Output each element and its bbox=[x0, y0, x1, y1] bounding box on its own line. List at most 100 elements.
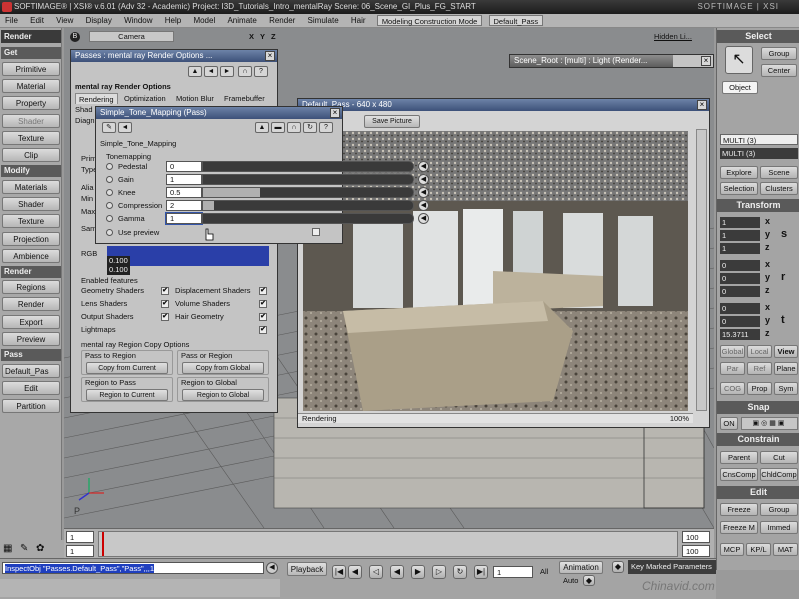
script-history-icon[interactable]: ◀ bbox=[266, 562, 278, 574]
save-picture-button[interactable]: Save Picture bbox=[364, 115, 420, 128]
shader-get-button[interactable]: Shader bbox=[2, 114, 60, 128]
region-to-current-button[interactable]: Region to Current bbox=[86, 389, 168, 401]
key-icon[interactable]: ◆ bbox=[583, 575, 595, 586]
gamma-input[interactable]: 1 bbox=[165, 212, 203, 225]
menu-render[interactable]: Render bbox=[264, 14, 300, 28]
tone-nav-icon[interactable]: ▲ bbox=[255, 122, 269, 133]
pass-field[interactable]: Default_Pas bbox=[2, 364, 60, 378]
mcp-button[interactable]: MCP bbox=[720, 543, 744, 556]
knee-slider[interactable] bbox=[202, 187, 414, 198]
sym-button[interactable]: Sym bbox=[774, 382, 798, 395]
pass-nav-icon[interactable]: ▲ bbox=[188, 66, 202, 77]
feature-displacement-shaders-checkbox[interactable]: ✔ bbox=[259, 287, 267, 295]
global-button[interactable]: Global bbox=[720, 345, 745, 358]
pass-dropdown[interactable]: Default_Pass bbox=[488, 15, 544, 27]
shader-modify-button[interactable]: Shader bbox=[2, 197, 60, 211]
menu-help[interactable]: Help bbox=[160, 14, 186, 28]
feature-geometry-shaders-checkbox[interactable]: ✔ bbox=[161, 287, 169, 295]
timeline-end2-field[interactable]: 100 bbox=[682, 545, 710, 557]
plane-button[interactable]: Plane bbox=[774, 362, 798, 375]
tone-section[interactable]: Simple_Tone_Mapping bbox=[100, 139, 176, 149]
feature-lens-shaders-checkbox[interactable]: ✔ bbox=[161, 300, 169, 308]
axis-y-toggle[interactable]: Y bbox=[260, 32, 265, 41]
object-button[interactable]: Object bbox=[722, 81, 758, 94]
tone-prev-icon[interactable]: ◄ bbox=[118, 122, 132, 133]
rotate-letter[interactable]: r bbox=[781, 271, 785, 283]
menu-model[interactable]: Model bbox=[188, 14, 220, 28]
close-icon[interactable]: × bbox=[265, 51, 275, 61]
scale-x-field[interactable]: 1 bbox=[720, 217, 760, 228]
keyframe-icon[interactable] bbox=[106, 176, 113, 183]
playback-button[interactable]: Playback bbox=[287, 562, 327, 576]
region-to-global-button[interactable]: Region to Global bbox=[182, 389, 264, 401]
texture-get-button[interactable]: Texture bbox=[2, 131, 60, 145]
copy-from-current-button[interactable]: Copy from Current bbox=[86, 362, 168, 374]
inspect-icon[interactable]: ✎ bbox=[102, 122, 116, 133]
palette-icon[interactable]: ✿ bbox=[36, 543, 44, 554]
menu-view[interactable]: View bbox=[51, 14, 78, 28]
feature-lightmaps-checkbox[interactable]: ✔ bbox=[259, 326, 267, 334]
pedestal-slider[interactable] bbox=[202, 161, 414, 172]
close-icon[interactable]: × bbox=[697, 100, 707, 110]
key-marked-parameters-label[interactable]: Key Marked Parameters bbox=[628, 560, 716, 574]
module-selector[interactable]: Render bbox=[1, 30, 61, 43]
menu-simulate[interactable]: Simulate bbox=[303, 14, 344, 28]
axis-z-toggle[interactable]: Z bbox=[271, 32, 276, 41]
loop-icon[interactable]: ↻ bbox=[453, 565, 467, 579]
construction-mode-dropdown[interactable]: Modeling Construction Mode bbox=[376, 15, 483, 27]
animate-icon[interactable]: ◀ bbox=[418, 187, 429, 198]
step-back-icon[interactable]: ◀ bbox=[390, 565, 404, 579]
gain-input[interactable]: 1 bbox=[166, 174, 202, 185]
knee-input[interactable]: 0.5 bbox=[166, 187, 202, 198]
translate-x-field[interactable]: 0 bbox=[720, 303, 760, 314]
cog-button[interactable]: COG bbox=[720, 382, 745, 395]
color-preview[interactable] bbox=[107, 246, 269, 266]
clusters-button[interactable]: Clusters bbox=[760, 182, 798, 195]
key-marked-icon[interactable]: ◆ bbox=[612, 561, 624, 573]
mat-button[interactable]: MAT bbox=[773, 543, 798, 556]
keyframe-icon[interactable] bbox=[106, 189, 113, 196]
menu-display[interactable]: Display bbox=[81, 14, 117, 28]
prop-button[interactable]: Prop bbox=[747, 382, 772, 395]
translate-z-field[interactable]: 15.3711 bbox=[720, 329, 760, 340]
select-arrow-icon[interactable]: ↖ bbox=[725, 46, 753, 74]
material-button[interactable]: Material bbox=[2, 79, 60, 93]
timeline-start2-field[interactable]: 1 bbox=[66, 545, 94, 557]
step-forward-icon[interactable]: ▶ bbox=[411, 565, 425, 579]
use-preview-checkbox[interactable] bbox=[312, 228, 320, 236]
ref-button[interactable]: Ref bbox=[747, 362, 772, 375]
tone-help-icon[interactable]: ? bbox=[319, 122, 333, 133]
timeline[interactable]: 1 1 100 100 bbox=[64, 528, 714, 558]
viewport-letter[interactable]: B bbox=[70, 32, 80, 42]
auto-key-label[interactable]: Auto bbox=[563, 576, 578, 586]
animate-icon[interactable]: ◀ bbox=[418, 200, 429, 211]
texture-modify-button[interactable]: Texture bbox=[2, 214, 60, 228]
render-button[interactable]: Render bbox=[2, 297, 60, 311]
partition-button[interactable]: Partition bbox=[2, 399, 60, 413]
freeze-button[interactable]: Freeze bbox=[720, 503, 758, 516]
tab-motion-blur[interactable]: Motion Blur bbox=[173, 93, 217, 104]
scale-z-field[interactable]: 1 bbox=[720, 243, 760, 254]
property-button[interactable]: Property bbox=[2, 96, 60, 110]
pass-lock-icon[interactable]: ∩ bbox=[238, 66, 252, 77]
cut-button[interactable]: Cut bbox=[760, 451, 798, 464]
feature-output-shaders-checkbox[interactable]: ✔ bbox=[161, 313, 169, 321]
cnscomp-button[interactable]: CnsComp bbox=[720, 468, 758, 481]
parent-button[interactable]: Parent bbox=[720, 451, 758, 464]
regions-button[interactable]: Regions bbox=[2, 280, 60, 294]
animation-button[interactable]: Animation bbox=[559, 561, 603, 574]
rotate-y-field[interactable]: 0 bbox=[720, 273, 760, 284]
menu-file[interactable]: File bbox=[0, 14, 23, 28]
snap-options-icon[interactable]: ▣◎▦▣ bbox=[741, 417, 798, 430]
selection-field-2[interactable]: MULTI (3) bbox=[720, 148, 798, 159]
pass-help-icon[interactable]: ? bbox=[254, 66, 268, 77]
first-frame-icon[interactable]: |◀ bbox=[332, 565, 346, 579]
childcomp-button[interactable]: ChldComp bbox=[760, 468, 798, 481]
tone-split-icon[interactable]: ▬ bbox=[271, 122, 285, 133]
pass-edit-button[interactable]: Edit bbox=[2, 381, 60, 395]
axis-x-toggle[interactable]: X bbox=[249, 32, 254, 41]
rotate-z-field[interactable]: 0 bbox=[720, 286, 760, 297]
clip-button[interactable]: Clip bbox=[2, 148, 60, 162]
export-button[interactable]: Export bbox=[2, 315, 60, 329]
primitive-button[interactable]: Primitive bbox=[2, 62, 60, 76]
